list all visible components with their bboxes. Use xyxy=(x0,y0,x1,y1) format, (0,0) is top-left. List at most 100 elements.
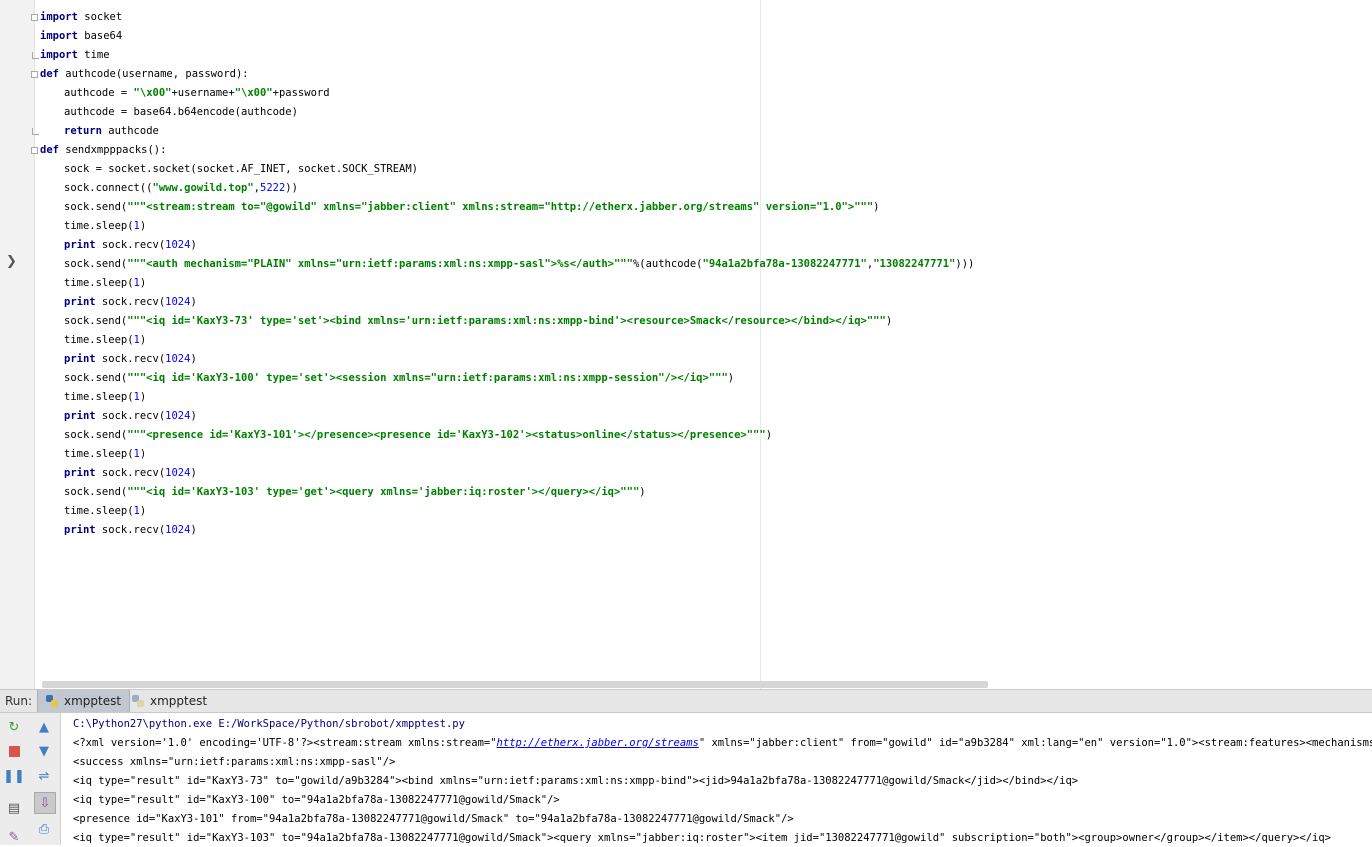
code-line[interactable]: time.sleep(1) xyxy=(40,274,1372,293)
run-tab-label: xmpptest xyxy=(150,694,208,708)
code-keyword: import xyxy=(40,30,78,42)
code-line[interactable]: return authcode xyxy=(40,122,1372,141)
code-line[interactable]: print sock.recv(1024) xyxy=(40,236,1372,255)
code-keyword: return xyxy=(64,125,102,137)
fold-end-icon[interactable] xyxy=(32,128,39,135)
code-number: 1024 xyxy=(165,410,191,422)
pin-icon[interactable]: ✎ xyxy=(4,827,24,847)
code-line[interactable]: sock.send("""<auth mechanism="PLAIN" xml… xyxy=(40,255,1372,274)
code-text: authcode(username, password): xyxy=(58,68,249,80)
run-tab-xmpptest[interactable]: xmpptest xyxy=(124,690,215,712)
code-string: "94a1a2bfa78a-13082247771" xyxy=(702,258,867,270)
fold-start-icon[interactable] xyxy=(31,14,38,21)
code-keyword: print xyxy=(64,353,96,365)
code-text: sock.send( xyxy=(64,429,128,441)
fold-end-icon[interactable] xyxy=(32,52,39,59)
stop-icon[interactable] xyxy=(4,741,24,761)
code-line[interactable]: time.sleep(1) xyxy=(40,217,1372,236)
console-text: <?xml version='1.0' encoding='UTF-8'?><s… xyxy=(73,737,497,749)
code-string: """<iq id='KaxY3-73' type='set'><bind xm… xyxy=(127,315,886,327)
code-line[interactable]: time.sleep(1) xyxy=(40,388,1372,407)
code-text: ) xyxy=(139,220,147,232)
code-number: 1024 xyxy=(165,296,191,308)
code-line[interactable]: sock.send("""<iq id='KaxY3-73' type='set… xyxy=(40,312,1372,331)
code-line[interactable]: time.sleep(1) xyxy=(40,502,1372,521)
code-line[interactable]: sock.send("""<presence id='KaxY3-101'></… xyxy=(40,426,1372,445)
code-keyword: print xyxy=(64,239,96,251)
code-line[interactable]: print sock.recv(1024) xyxy=(40,464,1372,483)
python-icon xyxy=(132,695,144,707)
scroll-to-end-icon[interactable]: ⇩ xyxy=(34,792,56,814)
code-string: """<auth mechanism="PLAIN" xmlns="urn:ie… xyxy=(127,258,633,270)
code-number: 1024 xyxy=(165,524,191,536)
code-editor[interactable]: ❯ import socket import base64 import time d… xyxy=(0,0,1372,689)
code-string: """<presence id='KaxY3-101'></presence><… xyxy=(127,429,766,441)
code-line[interactable]: time.sleep(1) xyxy=(40,445,1372,464)
console-output[interactable]: C:\Python27\python.exe E:/WorkSpace/Pyth… xyxy=(61,713,1372,845)
horizontal-scrollbar[interactable] xyxy=(42,681,988,688)
code-keyword: print xyxy=(64,410,96,422)
pause-icon[interactable]: ❚❚ xyxy=(3,766,25,786)
code-line[interactable]: sock.send("""<iq id='KaxY3-103' type='ge… xyxy=(40,483,1372,502)
console-link[interactable]: http://etherx.jabber.org/streams xyxy=(497,737,699,749)
layout-icon[interactable]: ▤ xyxy=(4,798,24,818)
fold-start-icon[interactable] xyxy=(31,71,38,78)
code-line[interactable]: print sock.recv(1024) xyxy=(40,407,1372,426)
code-text: authcode = xyxy=(64,87,134,99)
code-line[interactable]: print sock.recv(1024) xyxy=(40,350,1372,369)
code-text: time.sleep( xyxy=(64,505,134,517)
code-string: """<iq id='KaxY3-100' type='set'><sessio… xyxy=(127,372,728,384)
code-line[interactable]: sock = socket.socket(socket.AF_INET, soc… xyxy=(40,160,1372,179)
code-line[interactable]: sock.send("""<stream:stream to="@gowild"… xyxy=(40,198,1372,217)
run-tab-xmpptest-active[interactable]: xmpptest xyxy=(37,690,131,712)
code-text: sock.connect(( xyxy=(64,182,153,194)
code-line[interactable]: print sock.recv(1024) xyxy=(40,521,1372,540)
code-text: +password xyxy=(272,87,330,99)
code-line[interactable]: authcode = "\x00"+username+"\x00"+passwo… xyxy=(40,84,1372,103)
code-text: ) xyxy=(190,239,197,251)
run-tool-window-header: Run: xmpptest xmpptest xyxy=(0,689,1372,713)
code-lines[interactable]: import socket import base64 import time def… xyxy=(40,8,1372,540)
code-text: sock.send( xyxy=(64,258,128,270)
console-output-line: <iq type="result" id="KaxY3-73" to="gowi… xyxy=(61,772,1372,791)
up-arrow-icon[interactable]: ▲ xyxy=(34,717,54,737)
rerun-icon[interactable]: ↻ xyxy=(4,717,24,737)
code-text: sock.recv( xyxy=(95,239,166,251)
code-text: ) xyxy=(873,201,880,213)
code-line[interactable]: def sendxmpppacks(): xyxy=(40,141,1372,160)
code-text: time.sleep( xyxy=(64,220,134,232)
code-string: "\x00" xyxy=(234,87,273,99)
code-line[interactable]: import time xyxy=(40,46,1372,65)
fold-marker-icon[interactable]: ❯ xyxy=(6,254,17,269)
console-text: " xmlns="jabber:client" from="gowild" id… xyxy=(698,737,1372,749)
code-line[interactable]: print sock.recv(1024) xyxy=(40,293,1372,312)
code-line[interactable]: sock.connect(("www.gowild.top",5222)) xyxy=(40,179,1372,198)
code-number: 5222 xyxy=(260,182,286,194)
code-text: sock.recv( xyxy=(95,296,166,308)
code-text: sock = socket.socket(socket.AF_INET, soc… xyxy=(64,163,419,175)
code-line[interactable]: authcode = base64.b64encode(authcode) xyxy=(40,103,1372,122)
code-keyword: def xyxy=(40,144,59,156)
console-output-line: <success xmlns="urn:ietf:params:xml:ns:x… xyxy=(61,753,1372,772)
fold-start-icon[interactable] xyxy=(31,147,38,154)
code-line[interactable]: time.sleep(1) xyxy=(40,331,1372,350)
python-icon xyxy=(46,695,58,707)
code-text: base64 xyxy=(77,30,123,42)
code-line[interactable]: import base64 xyxy=(40,27,1372,46)
code-line[interactable]: sock.send("""<iq id='KaxY3-100' type='se… xyxy=(40,369,1372,388)
code-text: sock.send( xyxy=(64,372,128,384)
code-text: ) xyxy=(139,505,147,517)
code-text: ) xyxy=(139,391,147,403)
print-icon[interactable]: ⎙ xyxy=(34,819,54,839)
code-text: ) xyxy=(139,277,147,289)
code-text: time xyxy=(77,49,110,61)
code-line[interactable]: def authcode(username, password): xyxy=(40,65,1372,84)
code-line[interactable]: import socket xyxy=(40,8,1372,27)
code-text: sendxmpppacks(): xyxy=(58,144,167,156)
code-text: sock.recv( xyxy=(95,467,166,479)
code-text: ) xyxy=(639,486,646,498)
editor-gutter[interactable]: ❯ xyxy=(0,0,39,689)
console-text: <presence id="KaxY3-101" from="94a1a2bfa… xyxy=(73,813,794,825)
down-arrow-icon[interactable]: ▼ xyxy=(34,741,54,761)
soft-wrap-icon[interactable]: ⇌ xyxy=(34,766,54,786)
